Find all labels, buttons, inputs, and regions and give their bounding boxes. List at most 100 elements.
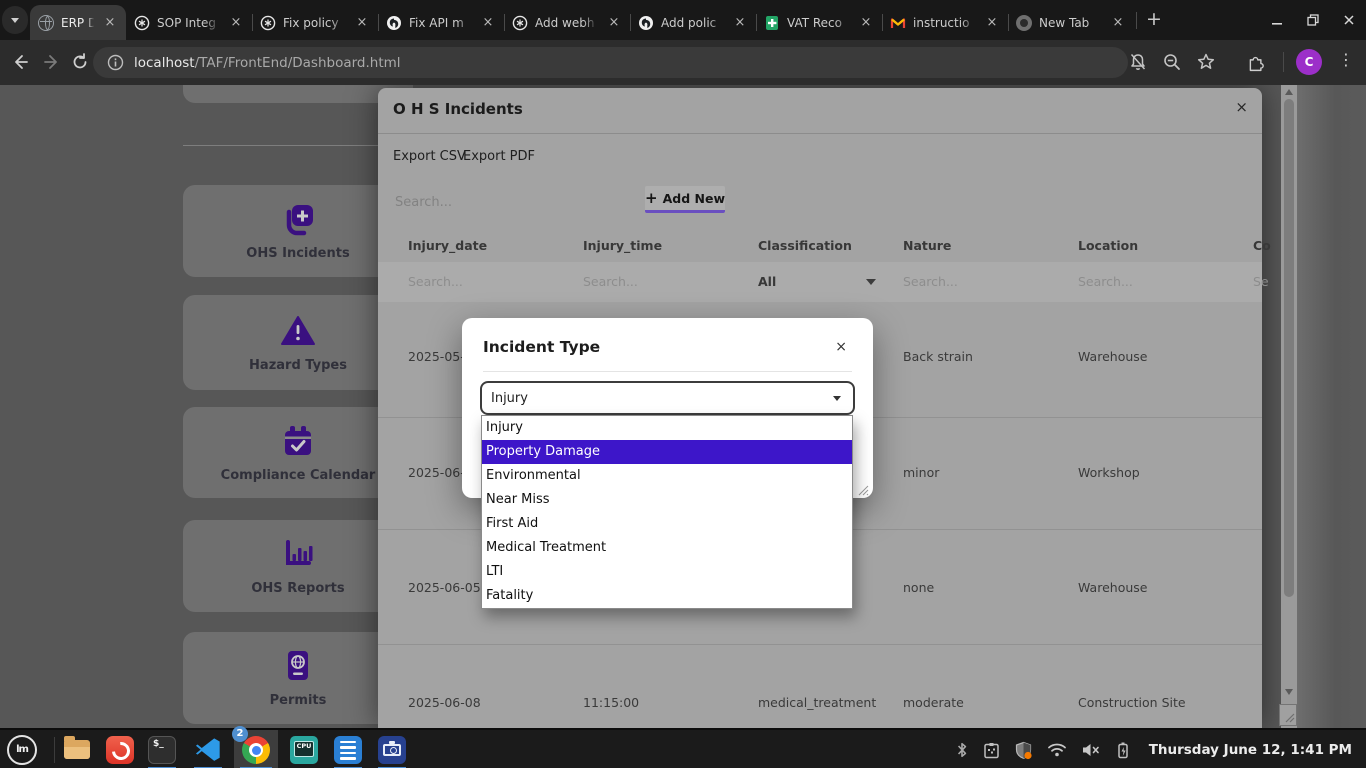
taskbar: lm $_ 2 CPU — [0, 728, 1366, 768]
clipboard-icon[interactable] — [983, 742, 1000, 759]
dialog-resize-grip[interactable] — [857, 481, 869, 493]
modal-close-icon[interactable]: × — [1235, 98, 1248, 116]
card-label: Permits — [270, 693, 327, 708]
scrollbar-resize-corner[interactable] — [1279, 704, 1297, 726]
filter-chevron-down-icon[interactable] — [866, 279, 876, 285]
volume-muted-icon[interactable] — [1081, 742, 1101, 758]
profile-avatar[interactable]: C — [1296, 49, 1322, 75]
browser-tab-bar: ERP Dash × SOP Integ × Fix policy × Fix … — [0, 0, 1366, 40]
browser-tab-add-policy[interactable]: Add polic × — [630, 5, 756, 40]
vscode-window-button[interactable] — [194, 736, 222, 764]
extensions-puzzle-icon[interactable] — [1246, 52, 1267, 77]
table-search-input[interactable]: Search... — [395, 195, 452, 210]
dropdown-option-injury[interactable]: Injury — [482, 416, 852, 440]
dropdown-option-first-aid[interactable]: First Aid — [482, 512, 852, 536]
column-header: Injury_date — [408, 238, 487, 253]
dropdown-option-lti[interactable]: LTI — [482, 560, 852, 584]
bluetooth-icon[interactable] — [955, 742, 969, 758]
browser-tab-fix-policy[interactable]: Fix policy × — [252, 5, 378, 40]
chrome-window-button-active[interactable]: 2 — [234, 730, 278, 768]
tab-close-icon[interactable]: × — [984, 15, 1000, 31]
scrollbar-up-arrow[interactable] — [1285, 89, 1293, 95]
incident-type-select[interactable]: Injury — [480, 381, 855, 415]
tab-label: ERP Dash — [61, 16, 95, 30]
dialog-divider — [483, 371, 852, 372]
window-controls — [1270, 0, 1356, 40]
cpu-x-launcher[interactable]: CPU — [290, 736, 318, 764]
back-button[interactable] — [10, 52, 30, 76]
tab-close-icon[interactable]: × — [228, 15, 244, 31]
dropdown-option-environmental[interactable]: Environmental — [482, 464, 852, 488]
github-favicon — [638, 15, 654, 31]
tab-close-icon[interactable]: × — [606, 15, 622, 31]
page-scrollbar-thumb[interactable] — [1284, 99, 1294, 597]
tab-close-icon[interactable]: × — [1110, 15, 1126, 31]
forward-button[interactable] — [42, 52, 62, 76]
tab-close-icon[interactable]: × — [480, 15, 496, 31]
dropdown-option-property-damage[interactable]: Property Damage — [482, 440, 852, 464]
reload-button[interactable] — [70, 52, 90, 76]
browser-tab-gmail[interactable]: instructio × — [882, 5, 1008, 40]
gmail-favicon — [890, 15, 906, 31]
tab-close-icon[interactable]: × — [102, 15, 118, 31]
close-window-button[interactable] — [1342, 13, 1356, 27]
screenshot-window-button[interactable] — [378, 736, 406, 764]
cell-classification: medical_treatment — [758, 695, 876, 710]
restore-button[interactable] — [1306, 13, 1320, 27]
cell-nature: none — [903, 580, 934, 595]
tab-close-icon[interactable]: × — [858, 15, 874, 31]
browser-tab-erp-dashboard[interactable]: ERP Dash × — [30, 5, 126, 40]
globe-favicon — [38, 15, 54, 31]
clock[interactable]: Thursday June 12, 1:41 PM — [1149, 742, 1352, 758]
browser-tab-vat[interactable]: VAT Reco × — [756, 5, 882, 40]
text-editor-window-button[interactable] — [334, 736, 362, 764]
address-bar[interactable]: localhost/TAF/FrontEnd/Dashboard.html — [93, 47, 1128, 78]
browser-tab-new-tab[interactable]: New Tab × — [1008, 5, 1134, 40]
chatgpt-favicon — [134, 15, 150, 31]
url-text: localhost/TAF/FrontEnd/Dashboard.html — [134, 55, 401, 71]
filter-select-classification[interactable]: All — [758, 274, 776, 289]
browser-tab-add-webhook[interactable]: Add webh × — [504, 5, 630, 40]
firewall-shield-icon[interactable] — [1014, 741, 1033, 760]
chrome-icon — [242, 736, 270, 764]
tab-close-icon[interactable]: × — [354, 15, 370, 31]
filter-input-location[interactable]: Search... — [1078, 274, 1133, 289]
cell-location: Warehouse — [1078, 580, 1147, 595]
files-launcher[interactable] — [64, 736, 92, 764]
column-header: Nature — [903, 238, 951, 253]
dialog-close-icon[interactable]: × — [835, 339, 847, 355]
browser-tab-sop[interactable]: SOP Integ × — [126, 5, 252, 40]
tab-search-button[interactable] — [2, 6, 28, 34]
minimize-button[interactable] — [1270, 13, 1284, 27]
dropdown-option-near-miss[interactable]: Near Miss — [482, 488, 852, 512]
cell-nature: Back strain — [903, 349, 973, 364]
table-row[interactable]: 2025-06-08 11:15:00 medical_treatment mo… — [378, 645, 1262, 728]
filter-input-injury-time[interactable]: Search... — [583, 274, 638, 289]
bookmark-star-icon[interactable] — [1196, 52, 1216, 76]
filter-input-nature[interactable]: Search... — [903, 274, 958, 289]
filter-input-cut[interactable]: Se — [1253, 274, 1269, 289]
dropdown-option-fatality[interactable]: Fatality — [482, 584, 852, 608]
wifi-icon[interactable] — [1047, 742, 1067, 758]
export-csv-button[interactable]: Export CSV — [393, 149, 466, 164]
zoom-out-icon[interactable] — [1162, 52, 1182, 76]
browser-menu-icon[interactable]: ⋮ — [1338, 50, 1354, 69]
site-info-icon[interactable] — [107, 54, 124, 71]
taskbar-separator — [54, 737, 55, 763]
firefox-launcher[interactable] — [106, 736, 134, 764]
notifications-blocked-icon[interactable] — [1128, 52, 1148, 76]
export-pdf-button[interactable]: Export PDF — [463, 149, 535, 164]
battery-charging-icon[interactable] — [1115, 741, 1131, 759]
permit-passport-icon — [280, 648, 316, 684]
filter-input-injury-date[interactable]: Search... — [408, 274, 463, 289]
browser-tab-fix-api[interactable]: Fix API m × — [378, 5, 504, 40]
scrollbar-down-arrow[interactable] — [1285, 689, 1293, 695]
dropdown-option-medical-treatment[interactable]: Medical Treatment — [482, 536, 852, 560]
add-new-button[interactable]: + Add New — [645, 186, 725, 213]
terminal-window-button[interactable]: $_ — [148, 736, 176, 764]
column-header: Classification — [758, 238, 852, 253]
tab-close-icon[interactable]: × — [732, 15, 748, 31]
browser-favicon — [1016, 15, 1032, 31]
new-tab-button[interactable]: + — [1140, 6, 1168, 34]
mint-menu-button[interactable]: lm — [7, 735, 37, 765]
